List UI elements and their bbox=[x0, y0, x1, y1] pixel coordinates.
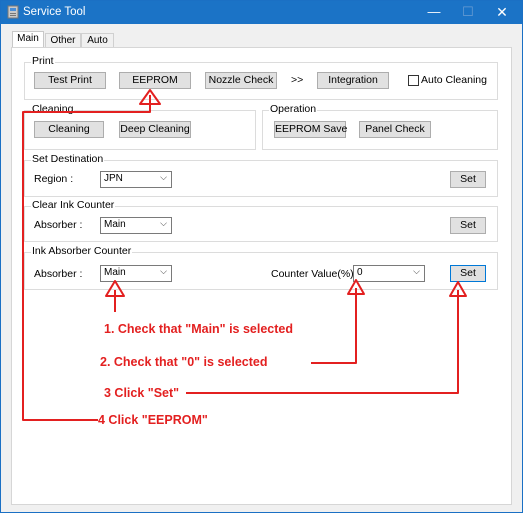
annotation-step-4: 4 Click "EEPROM" bbox=[98, 413, 208, 427]
counter-arrow-path bbox=[311, 288, 357, 364]
annotation-overlay bbox=[22, 89, 467, 421]
set-arrow-path bbox=[186, 290, 459, 394]
annotation-step-3: 3 Click "Set" bbox=[104, 386, 180, 400]
annotation-step-1: 1. Check that "Main" is selected bbox=[104, 322, 294, 336]
annotation-step-2: 2. Check that "0" is selected bbox=[100, 355, 268, 369]
eeprom-arrow-path bbox=[22, 95, 151, 421]
